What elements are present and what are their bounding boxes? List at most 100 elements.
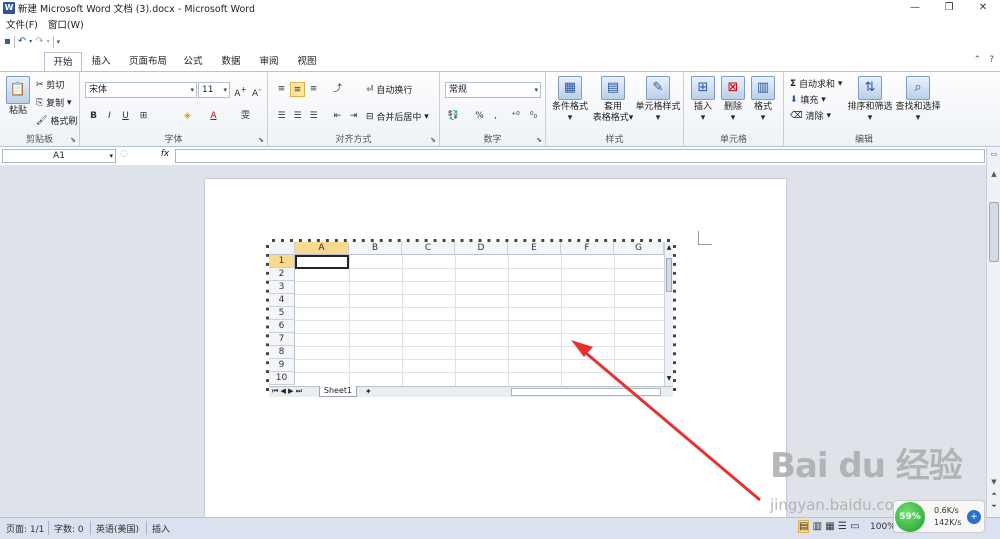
restore-button[interactable]: ❐ xyxy=(932,0,966,16)
paste-button[interactable]: 📋 粘贴 xyxy=(4,76,32,117)
tab-home[interactable]: 开始 xyxy=(44,52,82,71)
add-icon[interactable]: + xyxy=(967,510,981,524)
embedded-spreadsheet[interactable]: A B C D E F G 1 2 3 4 5 6 7 8 9 10 ▲ ▼ ⏮… xyxy=(266,239,676,397)
sort-filter-button[interactable]: ⇅ 排序和筛选 ▾ xyxy=(846,76,894,124)
previous-page-icon[interactable]: ⏶ xyxy=(987,490,1000,499)
format-as-table-button[interactable]: ▤ 套用 表格格式▾ xyxy=(592,76,634,124)
next-page-icon[interactable]: ⏷ xyxy=(987,502,1000,511)
dropdown-icon[interactable]: ▾ xyxy=(47,38,50,45)
align-middle-icon[interactable]: ≡ xyxy=(290,82,305,97)
name-box[interactable]: A1 ▾ xyxy=(2,149,116,163)
tab-view[interactable]: 视图 xyxy=(290,52,324,71)
full-screen-reading-icon[interactable]: ▥ xyxy=(813,521,822,532)
ruler-toggle-icon[interactable]: ▭ xyxy=(987,150,1000,158)
column-header-f[interactable]: F xyxy=(561,242,614,255)
scroll-thumb[interactable] xyxy=(666,258,672,292)
select-all-corner[interactable] xyxy=(269,242,295,255)
word-count[interactable]: 字数: 0 xyxy=(54,522,84,535)
scroll-up-icon[interactable]: ▲ xyxy=(665,244,673,251)
bold-button[interactable]: B xyxy=(86,109,101,124)
row-header-7[interactable]: 7 xyxy=(269,333,295,346)
column-header-g[interactable]: G xyxy=(614,242,664,255)
formula-input[interactable] xyxy=(175,149,985,163)
insert-function-icon[interactable]: fx xyxy=(161,149,170,159)
row-header-6[interactable]: 6 xyxy=(269,320,295,333)
align-left-icon[interactable]: ☰ xyxy=(274,109,289,124)
dropdown-icon[interactable]: ▾ xyxy=(29,38,32,45)
sheet-tab-sheet1[interactable]: Sheet1 xyxy=(319,386,357,397)
scroll-up-icon[interactable]: ▲ xyxy=(987,170,1000,178)
redo-icon[interactable]: ↷ xyxy=(35,36,43,47)
column-header-d[interactable]: D xyxy=(455,242,508,255)
align-bottom-icon[interactable]: ≡ xyxy=(306,82,321,97)
help-icon[interactable]: ? xyxy=(989,55,994,65)
sheet-vertical-scrollbar[interactable]: ▲ ▼ xyxy=(664,242,673,386)
row-header-2[interactable]: 2 xyxy=(269,268,295,281)
column-header-e[interactable]: E xyxy=(508,242,561,255)
zoom-level[interactable]: 100% xyxy=(870,522,896,532)
copy-button[interactable]: ⎘ 复制 ▾ xyxy=(36,96,71,110)
new-sheet-icon[interactable]: ✦ xyxy=(365,387,372,396)
increase-decimal-icon[interactable]: ⁺⁰ xyxy=(508,109,523,124)
cut-button[interactable]: ✂ 剪切 xyxy=(36,78,64,92)
save-icon[interactable]: ▪ xyxy=(4,36,11,47)
menu-window[interactable]: 窗口(W) xyxy=(48,17,84,31)
shrink-font-icon[interactable]: A- xyxy=(249,82,264,99)
page-count[interactable]: 页面: 1/1 xyxy=(6,522,44,535)
scroll-thumb[interactable] xyxy=(989,202,999,262)
customize-qat-icon[interactable]: ▾ xyxy=(57,38,61,46)
menu-file[interactable]: 文件(F) xyxy=(6,17,38,31)
close-button[interactable]: ✕ xyxy=(966,0,1000,16)
scroll-down-icon[interactable]: ▼ xyxy=(665,375,673,382)
borders-icon[interactable]: ⊞ xyxy=(136,109,151,124)
grow-font-icon[interactable]: A+ xyxy=(233,82,248,99)
merge-center-button[interactable]: ⊟ 合并后居中 ▾ xyxy=(366,110,429,124)
currency-icon[interactable]: 💱 xyxy=(446,109,461,124)
word-app-icon[interactable]: W xyxy=(3,2,15,14)
network-speed-widget[interactable]: 59% 0.6K/s 142K/s + xyxy=(893,500,985,533)
language-indicator[interactable]: 英语(美国) xyxy=(96,522,139,535)
insert-mode-indicator[interactable]: 插入 xyxy=(152,522,170,535)
align-right-icon[interactable]: ☰ xyxy=(306,109,321,124)
tab-formulas[interactable]: 公式 xyxy=(176,52,210,71)
web-layout-icon[interactable]: ▦ xyxy=(825,521,834,532)
conditional-format-button[interactable]: ▦ 条件格式 ▾ xyxy=(550,76,590,124)
scroll-down-icon[interactable]: ▼ xyxy=(987,478,1000,486)
align-center-icon[interactable]: ☰ xyxy=(290,109,305,124)
tab-data[interactable]: 数据 xyxy=(214,52,248,71)
fill-color-icon[interactable]: ◈ xyxy=(180,109,195,124)
format-cells-button[interactable]: ▥ 格式 ▾ xyxy=(748,76,778,124)
align-top-icon[interactable]: ≡ xyxy=(274,82,289,97)
comma-icon[interactable]: , xyxy=(488,109,503,124)
print-layout-icon[interactable]: ▤ xyxy=(798,520,810,533)
dialog-launcher-icon[interactable]: ⬊ xyxy=(258,136,264,144)
insert-cells-button[interactable]: ⊞ 插入 ▾ xyxy=(688,76,718,124)
sheet-horizontal-scrollbar[interactable] xyxy=(511,388,661,396)
outline-icon[interactable]: ☰ xyxy=(838,521,847,532)
wrap-text-button[interactable]: ⏎ 自动换行 xyxy=(366,83,412,97)
delete-cells-button[interactable]: ⊠ 删除 ▾ xyxy=(718,76,748,124)
autosum-button[interactable]: Σ 自动求和 ▾ xyxy=(790,77,842,91)
dialog-launcher-icon[interactable]: ⬊ xyxy=(430,136,436,144)
decrease-indent-icon[interactable]: ⇤ xyxy=(330,109,345,124)
number-format-combo[interactable]: 常规 ▾ xyxy=(445,82,541,98)
row-header-3[interactable]: 3 xyxy=(269,281,295,294)
active-cell-a1[interactable] xyxy=(295,255,349,269)
draft-icon[interactable]: ▭ xyxy=(850,521,859,532)
underline-button[interactable]: U xyxy=(118,109,133,124)
column-header-a[interactable]: A xyxy=(295,242,349,255)
format-painter-button[interactable]: 🖌 格式刷 xyxy=(36,114,77,128)
column-header-c[interactable]: C xyxy=(402,242,455,255)
decrease-decimal-icon[interactable]: ⁰₀ xyxy=(526,109,541,124)
increase-indent-icon[interactable]: ⇥ xyxy=(346,109,361,124)
tab-insert[interactable]: 插入 xyxy=(84,52,118,71)
font-size-combo[interactable]: 11 ▾ xyxy=(198,82,230,98)
row-header-8[interactable]: 8 xyxy=(269,346,295,359)
expand-icon[interactable]: ◌ xyxy=(120,149,128,159)
sheet-nav-icon[interactable]: ⏮ ◀ ▶ ⏭ xyxy=(272,387,302,396)
row-header-5[interactable]: 5 xyxy=(269,307,295,320)
tab-page-layout[interactable]: 页面布局 xyxy=(122,52,174,71)
document-vertical-scrollbar[interactable]: ▭ ▲ ▼ ⏶ ⏷ xyxy=(986,148,1000,517)
undo-icon[interactable]: ↶ xyxy=(18,36,26,47)
font-name-combo[interactable]: 宋体 ▾ xyxy=(85,82,197,98)
